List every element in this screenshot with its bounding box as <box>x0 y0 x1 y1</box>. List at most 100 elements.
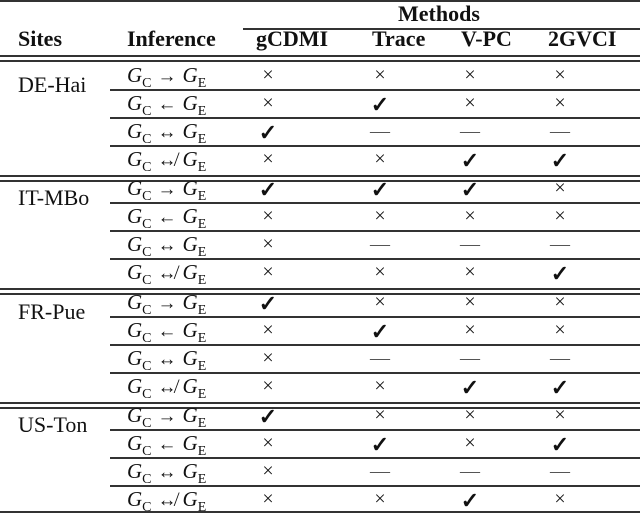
check-icon: ✓ <box>550 148 570 173</box>
inference-label: GC ← GE <box>127 431 207 459</box>
inference-label: GC ↮ GE <box>127 260 207 288</box>
check-icon: ✓ <box>370 92 390 117</box>
site-label: FR-Pue <box>18 299 86 324</box>
cross-icon: × <box>262 148 274 170</box>
inference-label: GC ← GE <box>127 91 207 119</box>
dash-icon: — <box>370 347 390 369</box>
check-icon: ✓ <box>258 177 278 202</box>
bottom-rule <box>0 511 640 513</box>
cross-icon: × <box>554 64 566 86</box>
check-icon: ✓ <box>258 404 278 429</box>
check-icon: ✓ <box>460 148 480 173</box>
dash-icon: — <box>370 233 390 255</box>
inference-label: GC ← GE <box>127 204 207 232</box>
site-label: US-Ton <box>18 412 88 437</box>
dash-icon: — <box>550 347 570 369</box>
relation-arrow-icon: ← <box>157 94 177 115</box>
cross-icon: × <box>262 375 274 397</box>
cross-icon: × <box>262 92 274 114</box>
subscript: E <box>197 160 207 175</box>
cross-icon: × <box>374 291 386 313</box>
relation-arrow-icon: ↮ <box>157 377 177 398</box>
cross-icon: × <box>554 92 566 114</box>
check-icon: ✓ <box>370 177 390 202</box>
cross-icon: × <box>262 460 274 482</box>
inference-label: GC → GE <box>127 290 207 318</box>
relation-arrow-icon: ← <box>157 207 177 228</box>
cross-icon: × <box>464 64 476 86</box>
cross-icon: × <box>554 177 566 199</box>
header-rule-1 <box>0 55 640 57</box>
cross-icon: × <box>262 233 274 255</box>
cross-icon: × <box>262 432 274 454</box>
relation-arrow-icon: → <box>157 406 177 427</box>
check-icon: ✓ <box>370 319 390 344</box>
subscript: E <box>197 387 207 402</box>
check-icon: ✓ <box>460 375 480 400</box>
inference-label: GC ↔ GE <box>127 346 207 374</box>
subscript: C <box>142 273 152 288</box>
cross-icon: × <box>262 488 274 510</box>
cross-icon: × <box>374 205 386 227</box>
inference-label: GC → GE <box>127 403 207 431</box>
inference-label: GC ↮ GE <box>127 147 207 175</box>
dash-icon: — <box>460 347 480 369</box>
check-icon: ✓ <box>550 375 570 400</box>
method-header-2gvci: 2GVCI <box>548 26 617 51</box>
methods-group-header: Methods <box>398 1 480 26</box>
cross-icon: × <box>374 488 386 510</box>
cross-icon: × <box>374 261 386 283</box>
cross-icon: × <box>464 92 476 114</box>
cross-icon: × <box>554 291 566 313</box>
cross-icon: × <box>464 261 476 283</box>
subscript: E <box>197 273 207 288</box>
relation-arrow-icon: ↔ <box>157 462 177 483</box>
inference-label: GC → GE <box>127 63 207 91</box>
cross-icon: × <box>464 205 476 227</box>
method-header-gcdmi: gCDMI <box>256 26 329 51</box>
inference-label: GC ↔ GE <box>127 232 207 260</box>
cross-icon: × <box>262 205 274 227</box>
cross-icon: × <box>464 291 476 313</box>
check-icon: ✓ <box>460 177 480 202</box>
cross-icon: × <box>554 205 566 227</box>
check-icon: ✓ <box>370 432 390 457</box>
relation-arrow-icon: ↔ <box>157 122 177 143</box>
relation-arrow-icon: → <box>157 293 177 314</box>
cross-icon: × <box>374 64 386 86</box>
site-label: DE-Hai <box>18 72 87 97</box>
cross-icon: × <box>374 404 386 426</box>
dash-icon: — <box>460 233 480 255</box>
check-icon: ✓ <box>550 432 570 457</box>
relation-arrow-icon: ← <box>157 434 177 455</box>
dash-icon: — <box>550 120 570 142</box>
inference-header: Inference <box>127 26 216 51</box>
relation-arrow-icon: ↮ <box>157 263 177 284</box>
dash-icon: — <box>370 120 390 142</box>
cross-icon: × <box>262 319 274 341</box>
relation-arrow-icon: ↔ <box>157 349 177 370</box>
relation-arrow-icon: ← <box>157 321 177 342</box>
check-icon: ✓ <box>258 120 278 145</box>
cross-icon: × <box>464 432 476 454</box>
inference-label: GC ↔ GE <box>127 119 207 147</box>
relation-arrow-icon: ↮ <box>157 490 177 511</box>
check-icon: ✓ <box>550 261 570 286</box>
method-header-vpc: V-PC <box>461 26 512 51</box>
inference-label: GC ↮ GE <box>127 374 207 402</box>
cross-icon: × <box>464 404 476 426</box>
inference-label: GC → GE <box>127 176 207 204</box>
check-icon: ✓ <box>258 291 278 316</box>
inference-label: GC ↮ GE <box>127 487 207 515</box>
top-rule <box>0 0 640 2</box>
cross-icon: × <box>554 404 566 426</box>
header-rule-2 <box>0 60 640 62</box>
group-rule <box>0 288 640 290</box>
cross-icon: × <box>262 64 274 86</box>
cross-icon: × <box>374 375 386 397</box>
sites-header: Sites <box>18 26 62 51</box>
relation-arrow-icon: → <box>157 179 177 200</box>
relation-arrow-icon: → <box>157 66 177 87</box>
method-header-trace: Trace <box>372 26 426 51</box>
inference-label: GC ↔ GE <box>127 459 207 487</box>
